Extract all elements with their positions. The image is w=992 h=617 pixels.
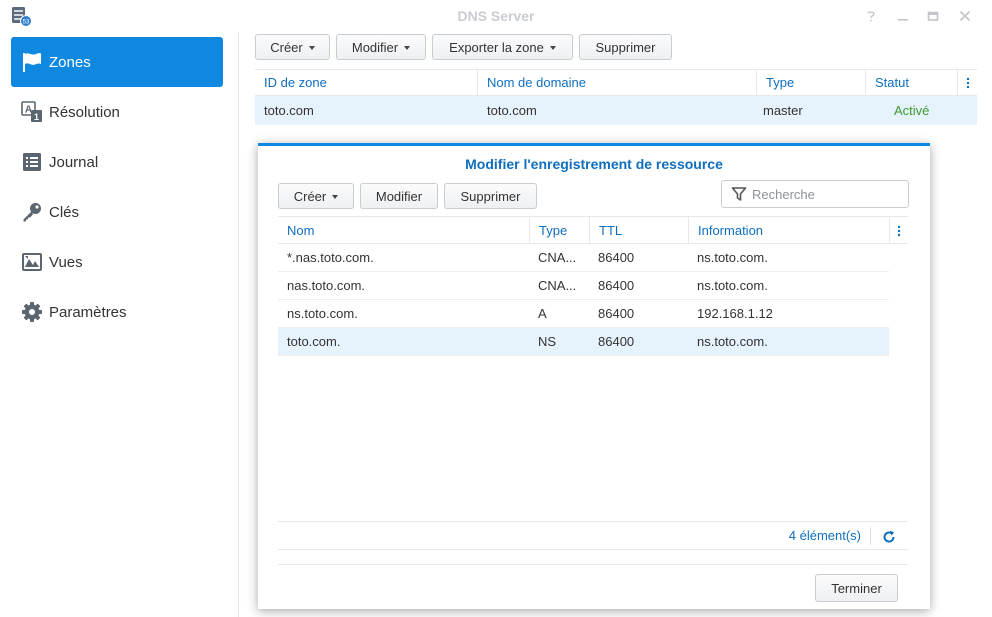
gear-icon bbox=[21, 301, 43, 323]
table-row[interactable]: nas.toto.com. CNA... 86400 ns.toto.com. bbox=[278, 272, 889, 300]
record-info-cell: ns.toto.com. bbox=[697, 250, 768, 265]
divider bbox=[278, 549, 908, 550]
help-icon[interactable] bbox=[862, 7, 880, 25]
zone-id-cell: toto.com bbox=[264, 103, 314, 118]
dialog-edit-button[interactable]: Modifier bbox=[360, 183, 438, 209]
chevron-down-icon bbox=[332, 194, 339, 199]
sidebar-item-label: Zones bbox=[49, 53, 91, 71]
dialog-title: Modifier l'enregistrement de ressource bbox=[465, 156, 723, 172]
record-table-header: Nom Type TTL Information bbox=[278, 216, 908, 244]
dialog-create-button-label: Créer bbox=[293, 188, 327, 204]
dialog-delete-button[interactable]: Supprimer bbox=[444, 183, 537, 209]
edit-button-label: Modifier bbox=[351, 39, 399, 55]
column-header-ttl[interactable]: TTL bbox=[590, 217, 689, 244]
resolution-icon: A 1 bbox=[21, 101, 43, 123]
table-row[interactable]: ns.toto.com. A 86400 192.168.1.12 bbox=[278, 300, 889, 328]
zone-table: ID de zone Nom de domaine Type Statut to… bbox=[255, 69, 977, 125]
edit-resource-record-dialog: Modifier l'enregistrement de ressource C… bbox=[258, 143, 930, 609]
minimize-icon[interactable] bbox=[894, 7, 912, 25]
table-row[interactable]: toto.com. NS 86400 ns.toto.com. bbox=[278, 328, 889, 356]
close-icon[interactable] bbox=[956, 7, 974, 25]
record-name-cell: nas.toto.com. bbox=[287, 278, 366, 293]
sidebar-item-views[interactable]: Vues bbox=[11, 237, 223, 287]
record-type-cell: NS bbox=[538, 334, 557, 349]
sidebar-divider bbox=[238, 32, 239, 617]
log-list-icon bbox=[21, 151, 43, 173]
domain-cell: toto.com bbox=[487, 103, 537, 118]
chevron-down-icon bbox=[404, 45, 411, 50]
resource-record-table: Nom Type TTL Information *.nas.toto.com.… bbox=[278, 216, 908, 356]
divider bbox=[278, 521, 908, 522]
sidebar-item-zones[interactable]: Zones bbox=[11, 37, 223, 87]
export-zone-button[interactable]: Exporter la zone bbox=[432, 34, 573, 60]
column-header-information[interactable]: Information bbox=[689, 217, 890, 244]
record-ttl-cell: 86400 bbox=[598, 250, 635, 265]
sidebar-item-label: Résolution bbox=[49, 103, 120, 121]
record-name-cell: toto.com. bbox=[287, 334, 341, 349]
record-info-cell: ns.toto.com. bbox=[697, 334, 768, 349]
sidebar-item-keys[interactable]: Clés bbox=[11, 187, 223, 237]
search-box bbox=[721, 180, 909, 208]
column-header-type[interactable]: Type bbox=[757, 70, 866, 96]
chevron-down-icon bbox=[549, 45, 556, 50]
table-row[interactable]: toto.com toto.com master Activé bbox=[255, 96, 977, 125]
filter-icon bbox=[731, 186, 747, 205]
sidebar-item-label: Clés bbox=[49, 203, 80, 221]
create-button-label: Créer bbox=[270, 39, 303, 55]
sidebar-item-label: Vues bbox=[49, 253, 83, 271]
dialog-create-button[interactable]: Créer bbox=[278, 183, 354, 209]
finish-button-label: Terminer bbox=[831, 580, 882, 596]
table-row[interactable]: *.nas.toto.com. CNA... 86400 ns.toto.com… bbox=[278, 244, 889, 272]
column-header-zone-id[interactable]: ID de zone bbox=[255, 70, 478, 96]
finish-button[interactable]: Terminer bbox=[815, 574, 898, 602]
sidebar-item-label: Journal bbox=[49, 153, 99, 171]
delete-button-label: Supprimer bbox=[595, 39, 656, 55]
record-info-cell: ns.toto.com. bbox=[697, 278, 768, 293]
column-header-domain[interactable]: Nom de domaine bbox=[478, 70, 757, 96]
chevron-down-icon bbox=[308, 45, 315, 50]
divider bbox=[870, 527, 871, 545]
sidebar-item-label: Paramètres bbox=[49, 303, 127, 321]
svg-text:1: 1 bbox=[34, 112, 39, 122]
window-titlebar: 53 DNS Server bbox=[0, 0, 992, 32]
record-ttl-cell: 86400 bbox=[598, 334, 635, 349]
flag-icon bbox=[21, 51, 43, 73]
column-options-icon[interactable] bbox=[958, 70, 977, 96]
column-header-name[interactable]: Nom bbox=[278, 217, 530, 244]
maximize-icon[interactable] bbox=[924, 7, 942, 25]
record-name-cell: ns.toto.com. bbox=[287, 306, 358, 321]
zone-table-header: ID de zone Nom de domaine Type Statut bbox=[255, 69, 977, 96]
dialog-delete-button-label: Supprimer bbox=[460, 188, 521, 204]
record-name-cell: *.nas.toto.com. bbox=[287, 250, 374, 265]
column-header-type[interactable]: Type bbox=[530, 217, 590, 244]
sidebar-item-journal[interactable]: Journal bbox=[11, 137, 223, 187]
create-button[interactable]: Créer bbox=[255, 34, 330, 60]
export-zone-button-label: Exporter la zone bbox=[449, 39, 544, 55]
record-info-cell: 192.168.1.12 bbox=[697, 306, 773, 321]
edit-button[interactable]: Modifier bbox=[336, 34, 426, 60]
column-header-status[interactable]: Statut bbox=[866, 70, 958, 96]
record-ttl-cell: 86400 bbox=[598, 306, 635, 321]
type-cell: master bbox=[763, 103, 803, 118]
column-options-icon[interactable] bbox=[890, 217, 908, 244]
refresh-icon[interactable] bbox=[882, 530, 896, 547]
status-badge: Activé bbox=[894, 103, 930, 118]
sidebar: Zones A 1 Résolution Journal Clés Vues P… bbox=[0, 32, 238, 617]
divider bbox=[278, 564, 908, 565]
views-icon bbox=[21, 251, 43, 273]
key-icon bbox=[21, 201, 43, 223]
item-count: 4 élément(s) bbox=[788, 528, 861, 543]
record-type-cell: A bbox=[538, 306, 547, 321]
delete-button[interactable]: Supprimer bbox=[579, 34, 672, 60]
window-title: DNS Server bbox=[457, 8, 535, 24]
search-input[interactable] bbox=[752, 184, 902, 204]
record-type-cell: CNA... bbox=[538, 278, 577, 293]
record-type-cell: CNA... bbox=[538, 250, 577, 265]
sidebar-item-settings[interactable]: Paramètres bbox=[11, 287, 223, 337]
record-ttl-cell: 86400 bbox=[598, 278, 635, 293]
sidebar-item-resolution[interactable]: A 1 Résolution bbox=[11, 87, 223, 137]
dialog-edit-button-label: Modifier bbox=[375, 188, 423, 204]
